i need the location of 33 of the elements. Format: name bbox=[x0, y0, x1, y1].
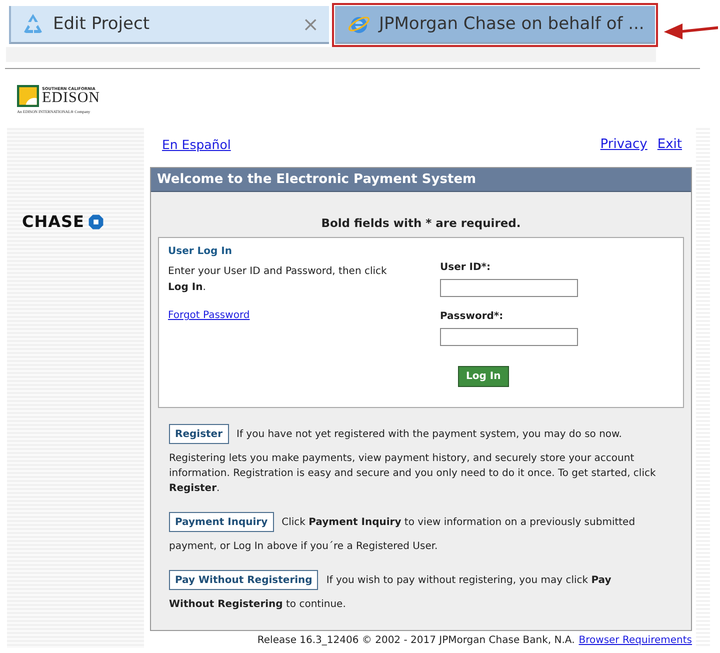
browser-requirements-link[interactable]: Browser Requirements bbox=[578, 635, 692, 646]
tab-title: JPMorgan Chase on behalf of ... bbox=[379, 14, 645, 34]
language-link[interactable]: En Español bbox=[162, 137, 231, 152]
bank-logo-text: CHASE bbox=[22, 212, 84, 231]
tab-title: Edit Project bbox=[53, 14, 150, 34]
action-description: Click Payment Inquiry to view information on a previously submitted bbox=[282, 516, 636, 528]
login-button[interactable]: Log In bbox=[458, 366, 509, 387]
input-field[interactable] bbox=[440, 279, 578, 297]
header-link[interactable]: Exit bbox=[657, 137, 682, 152]
sun-icon bbox=[17, 85, 39, 107]
panel-title: Welcome to the Electronic Payment System bbox=[151, 168, 691, 192]
field-label: User ID*: bbox=[440, 262, 492, 273]
forgot-password-link[interactable]: Forgot Password bbox=[168, 310, 250, 321]
release-text: Release 16.3_12406 © 2002 - 2017 JPMorgan Chase Bank, N.A. bbox=[257, 635, 575, 646]
header-link[interactable]: Privacy bbox=[600, 137, 648, 152]
field-label: Password*: bbox=[440, 311, 504, 322]
octagon-logo-icon bbox=[88, 214, 104, 230]
action-button[interactable]: Payment Inquiry bbox=[169, 512, 274, 532]
instructions-text: Enter your User ID and Password, then click Log In. bbox=[168, 265, 388, 295]
browser-tab[interactable]: JPMorgan Chase on behalf of ... bbox=[335, 6, 655, 44]
required-note: Bold fields with * are required. bbox=[320, 216, 522, 230]
action-description: payment, or Log In above if you´re a Registered User. bbox=[169, 540, 439, 554]
action-description: If you have not yet registered with the payment system, you may do so now. bbox=[236, 428, 622, 440]
action-description: If you wish to pay without registering, you may click Pay bbox=[326, 574, 612, 586]
recycle-icon bbox=[21, 12, 45, 36]
logo-name: EDISON bbox=[42, 90, 100, 106]
section-heading: User Log In bbox=[168, 246, 233, 257]
browser-tab[interactable]: Edit Project × bbox=[9, 6, 329, 44]
action-description: Without Registering to continue. bbox=[169, 598, 347, 612]
input-field[interactable] bbox=[440, 328, 578, 346]
action-button[interactable]: Pay Without Registering bbox=[169, 570, 318, 590]
action-description: Registering lets you make payments, view payment history, and securely store your account information. Registration is easy and secure and you only need to do it once. To get started, click Register. bbox=[169, 452, 657, 496]
action-button[interactable]: Register bbox=[169, 424, 229, 444]
